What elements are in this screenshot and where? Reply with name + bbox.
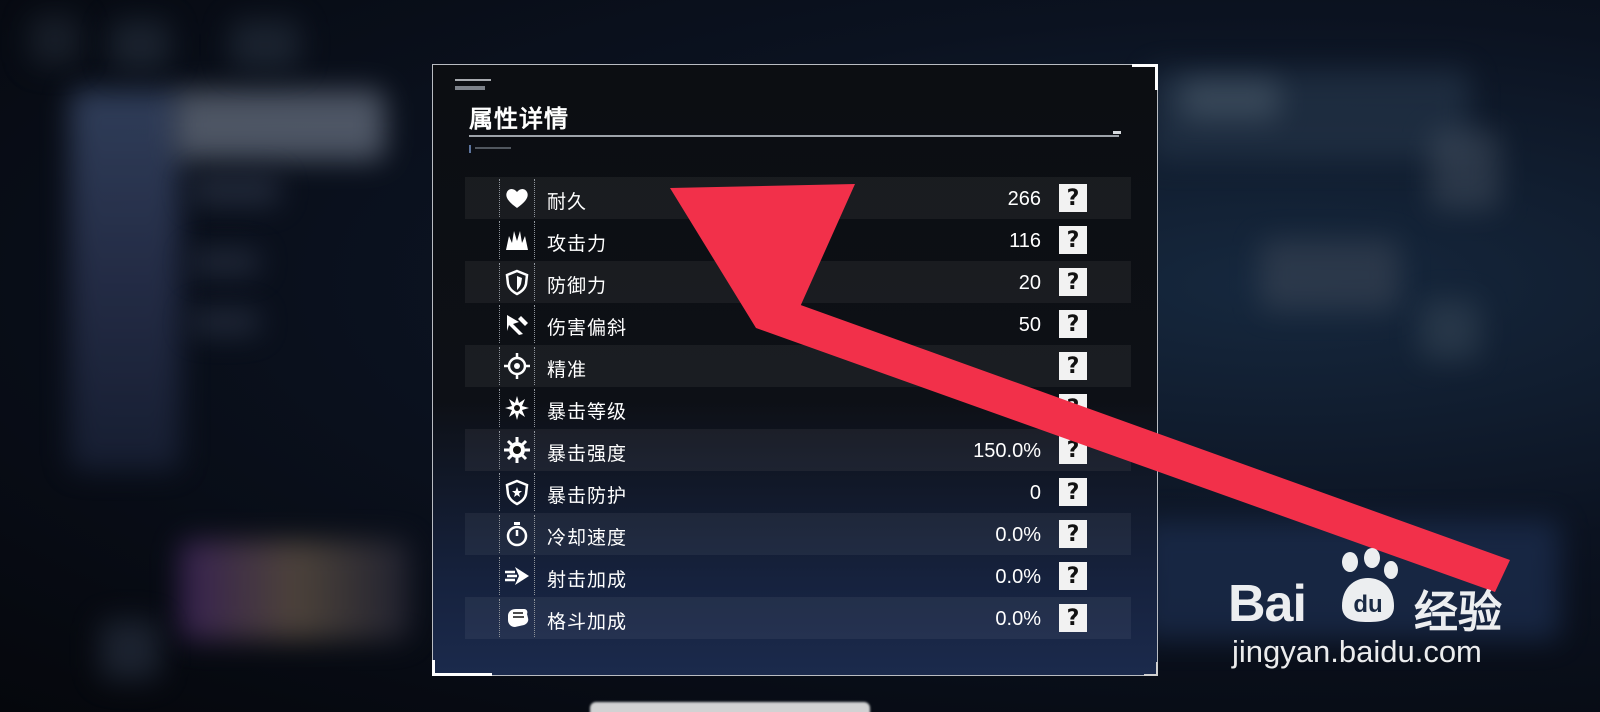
crit-shield-icon [499,473,535,511]
watermark-url: jingyan.baidu.com [1232,634,1482,669]
help-button[interactable]: ? [1059,436,1087,464]
blurred-item [1430,130,1500,210]
stat-value: 0.0% [995,608,1041,630]
blurred-item [1260,240,1400,310]
deflect-icon [499,305,535,343]
stat-label: 伤害偏斜 [547,318,628,339]
blurred-top-icon [230,20,300,70]
help-button[interactable]: ? [1059,604,1087,632]
stat-row-crit-protection: 暴击防护 0 ? [465,471,1131,513]
blurred-slot [100,620,160,680]
title-divider-cap [1113,131,1121,134]
help-button[interactable]: ? [1059,394,1087,422]
stat-row-deflection: 伤害偏斜 50 ? [465,303,1131,345]
stat-row-defense: 防御力 20 ? [465,261,1131,303]
stat-value: 20 [1018,272,1041,294]
stat-label: 暴击防护 [547,486,628,507]
blurred-item [1420,300,1480,360]
help-button[interactable]: ? [1059,478,1087,506]
blurred-bottom-bar [590,702,870,712]
stat-label: 暴击等级 [547,402,628,423]
stat-label: 射击加成 [547,570,628,591]
help-button[interactable]: ? [1059,562,1087,590]
stopwatch-icon [499,515,535,553]
stat-value: 116 [1009,230,1041,252]
panel-tiny-tag [469,145,515,153]
blurred-character-card [70,90,180,470]
stat-row-crit-level: 暴击等级 16.5 ? [465,387,1131,429]
watermark-brand: Bai [1228,575,1307,633]
paw-logo-icon: du [1342,548,1398,622]
stat-row-attack: 攻击力 116 ? [465,219,1131,261]
watermark-brand-cn: 经验 [1414,588,1502,637]
help-button[interactable]: ? [1059,226,1087,254]
blurred-menu-item [190,250,260,274]
help-button[interactable]: ? [1059,184,1087,212]
stat-row-durability: 耐久 266 ? [465,177,1131,219]
stat-row-cooldown: 冷却速度 0.0% ? [465,513,1131,555]
panel-corner-decoration [1144,662,1158,676]
baidu-watermark: Bai du 经验 jingyan.baidu.com [1228,548,1568,678]
blurred-menu-item [190,310,260,334]
stat-row-melee-bonus: 格斗加成 0.0% ? [465,597,1131,639]
crosshair-icon [499,347,535,385]
stat-label: 精准 [547,360,588,381]
help-button[interactable]: ? [1059,520,1087,548]
stat-row-precision: 精准 ? [465,345,1131,387]
panel-title: 属性详情 [469,106,569,133]
stat-value: 0 [1029,482,1041,504]
stat-row-crit-damage: 暴击强度 150.0% ? [465,429,1131,471]
stat-list[interactable]: 耐久 266 ? 攻击力 116 ? 防御力 20 ? 伤害偏斜 50 ? 精准… [465,177,1131,689]
help-button[interactable]: ? [1059,310,1087,338]
stat-value: 16.5 [1002,398,1041,420]
stat-label: 格斗加成 [547,612,628,633]
stat-value: 150.0% [973,440,1041,462]
stat-label: 冷却速度 [547,528,628,549]
blurred-top-icon [30,15,80,65]
shield-icon [499,263,535,301]
stat-value: 266 [1007,188,1041,210]
crit-star-icon [499,389,535,427]
help-button[interactable]: ? [1059,352,1087,380]
heart-icon [499,179,535,217]
stat-value: 0.0% [995,566,1041,588]
stat-label: 攻击力 [547,234,608,255]
stat-label: 暴击强度 [547,444,628,465]
blurred-top-icon [110,20,170,70]
blurred-tag [1180,80,1280,120]
help-button[interactable]: ? [1059,268,1087,296]
attack-burst-icon [499,221,535,259]
blurred-name-plate [175,90,385,160]
paw-text: du [1353,591,1382,618]
blurred-menu-item [190,175,280,205]
stat-label: 防御力 [547,276,608,297]
stat-label: 耐久 [547,192,588,213]
attribute-details-panel: 属性详情 耐久 266 ? 攻击力 116 ? 防御力 20 ? 伤害偏斜 50… [432,64,1158,676]
panel-corner-decoration [1132,64,1158,90]
title-divider [469,135,1119,137]
stat-row-ranged-bonus: 射击加成 0.0% ? [465,555,1131,597]
stat-value: 50 [1018,314,1041,336]
stat-value: 0.0% [995,524,1041,546]
arrow-shot-icon [499,557,535,595]
crit-gear-icon [499,431,535,469]
panel-micro-label [455,79,491,95]
blurred-portrait [180,540,410,640]
fist-icon [499,599,535,637]
